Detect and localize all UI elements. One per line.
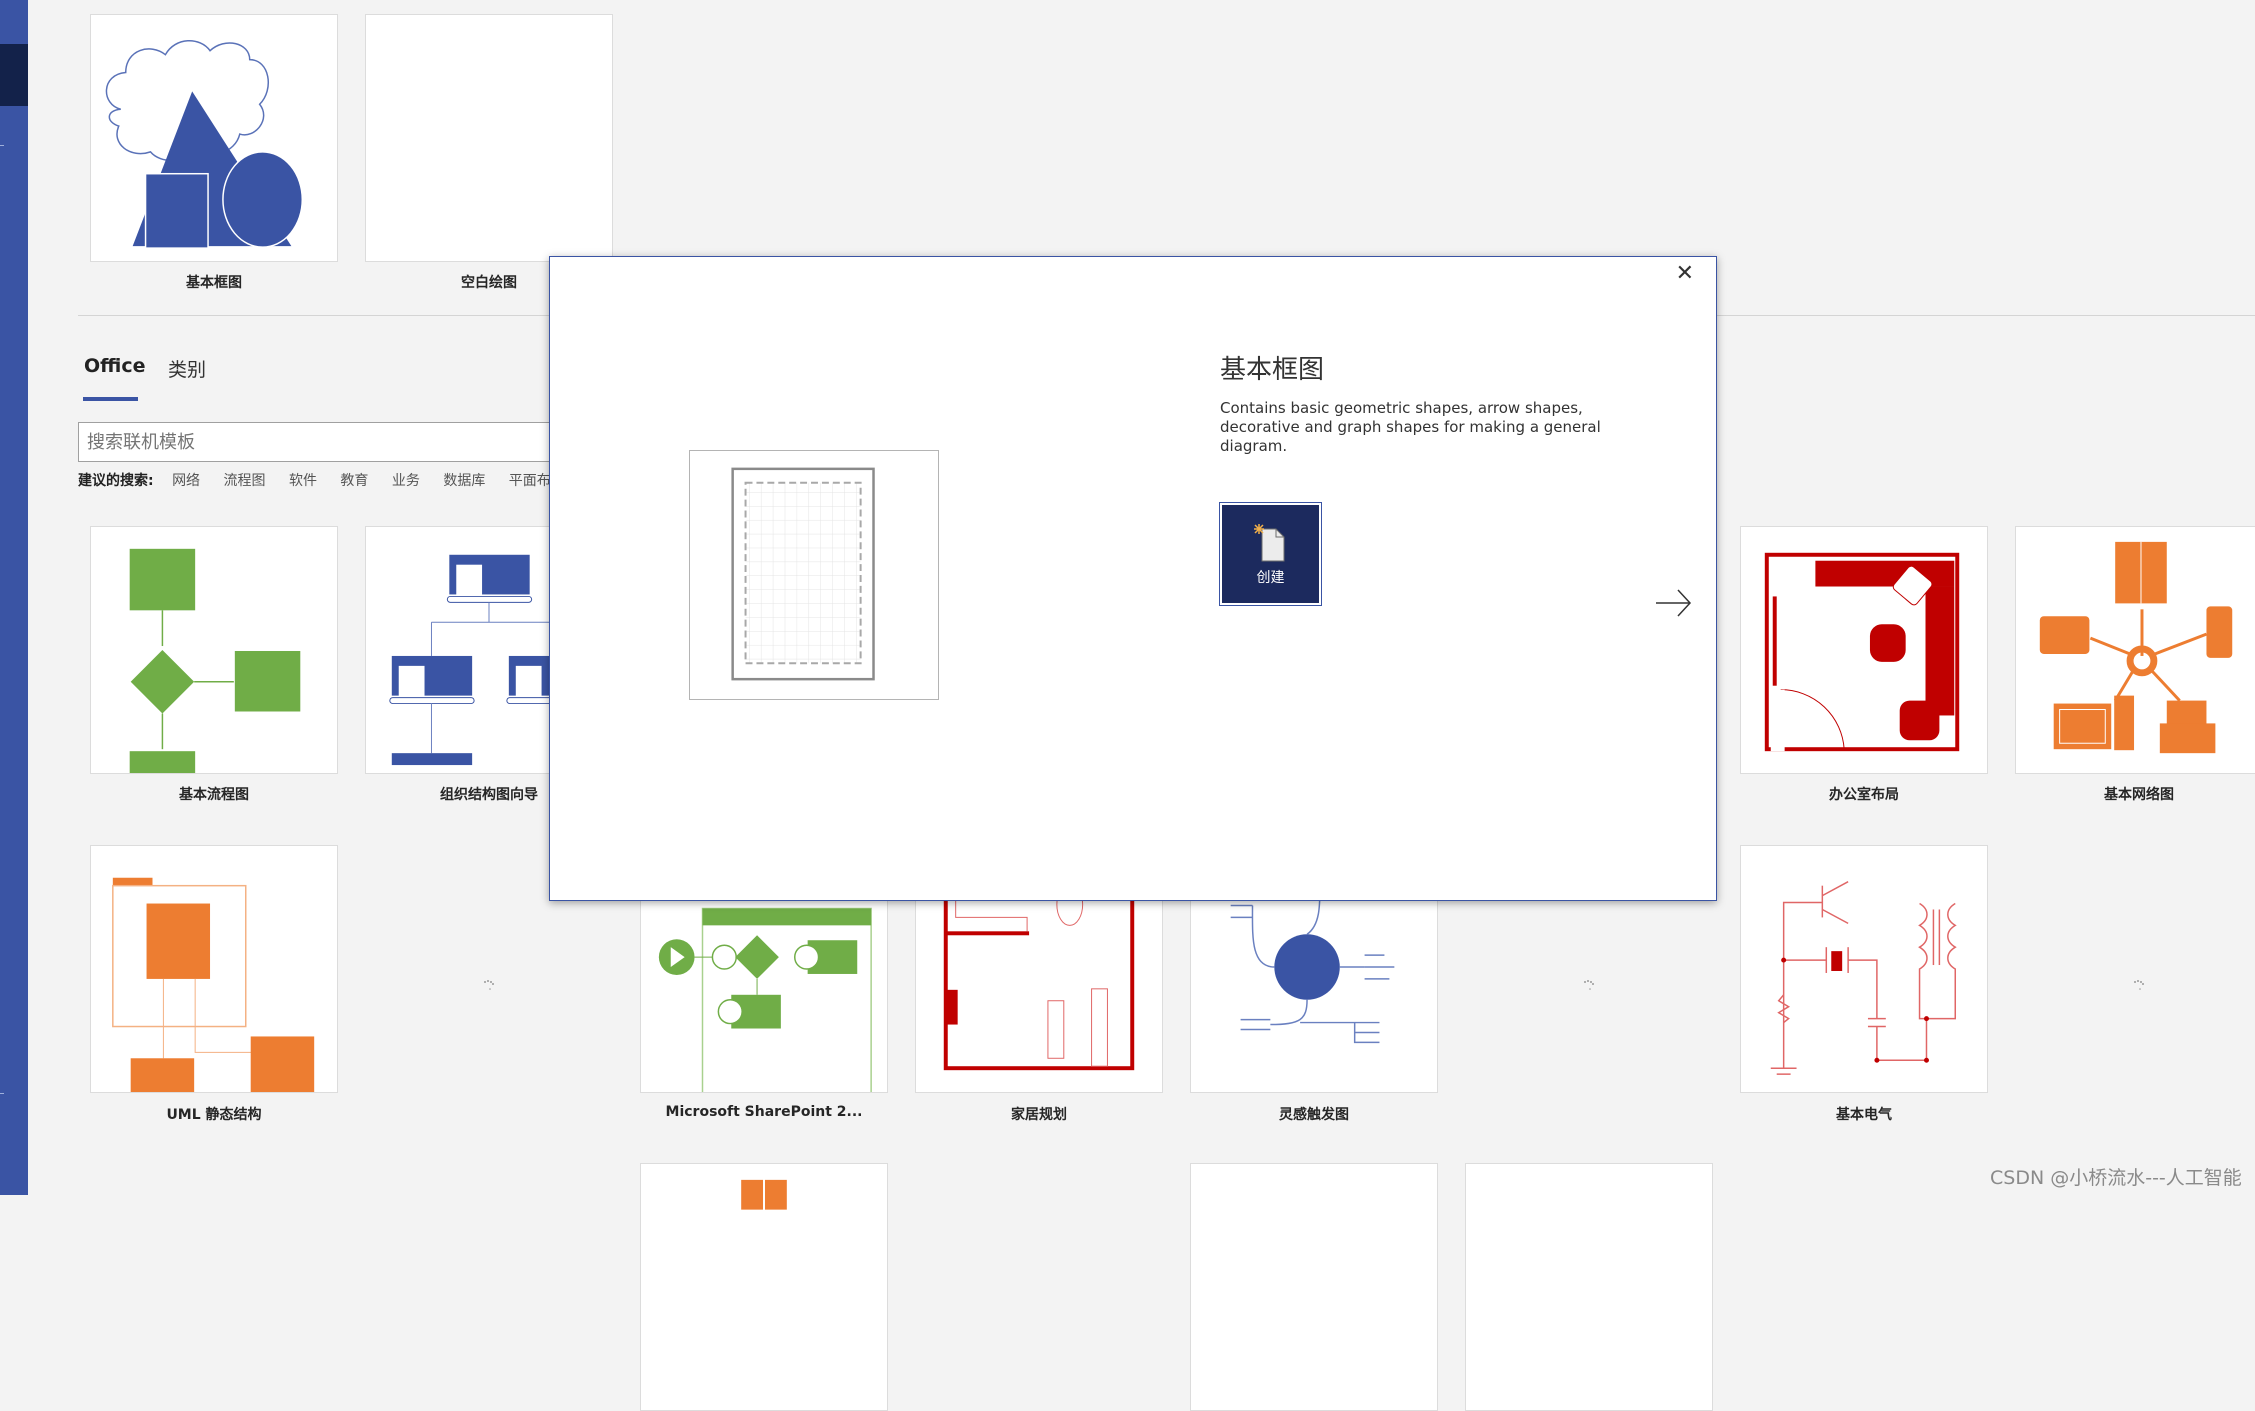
template-card[interactable] bbox=[1190, 1163, 1438, 1411]
template-card-basic-flowchart[interactable] bbox=[90, 526, 338, 774]
tab-categories[interactable]: 类别 bbox=[168, 355, 206, 382]
loading-spinner-icon bbox=[484, 980, 494, 990]
template-preview-image bbox=[689, 450, 939, 700]
suggested-search-link[interactable]: 流程图 bbox=[224, 473, 266, 489]
suggested-search-link[interactable]: 软件 bbox=[289, 473, 317, 489]
basic-shapes-thumbnail bbox=[105, 40, 304, 249]
template-label: 办公室布局 bbox=[1829, 787, 1899, 803]
electrical-thumbnail bbox=[1770, 881, 1957, 1075]
sidebar-divider bbox=[0, 145, 4, 146]
suggested-searches-label: 建议的搜索: bbox=[78, 473, 154, 489]
loading-spinner-icon bbox=[2134, 980, 2144, 990]
suggested-search-link[interactable]: 业务 bbox=[392, 473, 420, 489]
template-card-office-layout[interactable] bbox=[1740, 526, 1988, 774]
template-card-basic-electrical[interactable] bbox=[1740, 845, 1988, 1093]
template-label: 基本流程图 bbox=[179, 787, 249, 803]
uml-thumbnail bbox=[112, 877, 315, 1092]
create-button[interactable]: 创建 bbox=[1219, 502, 1322, 606]
template-card[interactable] bbox=[640, 1163, 888, 1411]
template-preview-dialog: ✕ 基本框图 Contains basic geometric shapes, … bbox=[549, 256, 1717, 901]
dialog-description: Contains basic geometric shapes, arrow s… bbox=[1220, 399, 1601, 455]
template-thumbnail bbox=[741, 1179, 787, 1210]
watermark-text: CSDN @小桥流水---人工智能 bbox=[1990, 1167, 2242, 1189]
active-tab-indicator bbox=[83, 397, 138, 401]
network-thumbnail bbox=[2039, 541, 2233, 754]
arrow-right-icon[interactable] bbox=[1654, 588, 1694, 618]
new-document-icon bbox=[1254, 524, 1285, 562]
template-label: 基本网络图 bbox=[2104, 787, 2174, 803]
dialog-title: 基本框图 bbox=[1220, 355, 1325, 385]
template-label: 灵感触发图 bbox=[1279, 1107, 1349, 1123]
template-card-basic-network[interactable] bbox=[2015, 526, 2255, 774]
template-card-uml-static[interactable] bbox=[90, 845, 338, 1093]
suggested-search-link[interactable]: 网络 bbox=[172, 473, 200, 489]
template-card-blank-drawing[interactable] bbox=[365, 14, 613, 262]
sidebar-divider bbox=[0, 1093, 4, 1094]
suggested-search-link[interactable]: 数据库 bbox=[443, 473, 485, 489]
tab-office[interactable]: Office bbox=[84, 355, 146, 377]
loading-spinner-icon bbox=[1584, 980, 1594, 990]
suggested-search-link[interactable]: 教育 bbox=[340, 473, 368, 489]
template-label: 基本框图 bbox=[186, 275, 242, 291]
flowchart-thumbnail bbox=[129, 548, 301, 773]
search-templates-input[interactable] bbox=[78, 422, 598, 462]
template-label: 家居规划 bbox=[1011, 1107, 1067, 1123]
blank-page-grid-icon bbox=[731, 467, 875, 681]
template-card[interactable] bbox=[1465, 1163, 1713, 1411]
template-card-basic-shapes[interactable] bbox=[90, 14, 338, 262]
suggested-searches: 建议的搜索: 网络 流程图 软件 教育 业务 数据库 平面布置图 bbox=[78, 470, 598, 490]
sidebar-item-new[interactable] bbox=[0, 44, 28, 106]
template-label: UML 静态结构 bbox=[166, 1107, 262, 1123]
office-layout-thumbnail bbox=[1764, 552, 1960, 752]
template-label: Microsoft SharePoint 2... bbox=[665, 1104, 863, 1120]
close-icon[interactable]: ✕ bbox=[1676, 263, 1694, 285]
template-label: 基本电气 bbox=[1836, 1107, 1892, 1123]
left-sidebar bbox=[0, 0, 28, 1195]
create-button-label: 创建 bbox=[1256, 570, 1285, 586]
